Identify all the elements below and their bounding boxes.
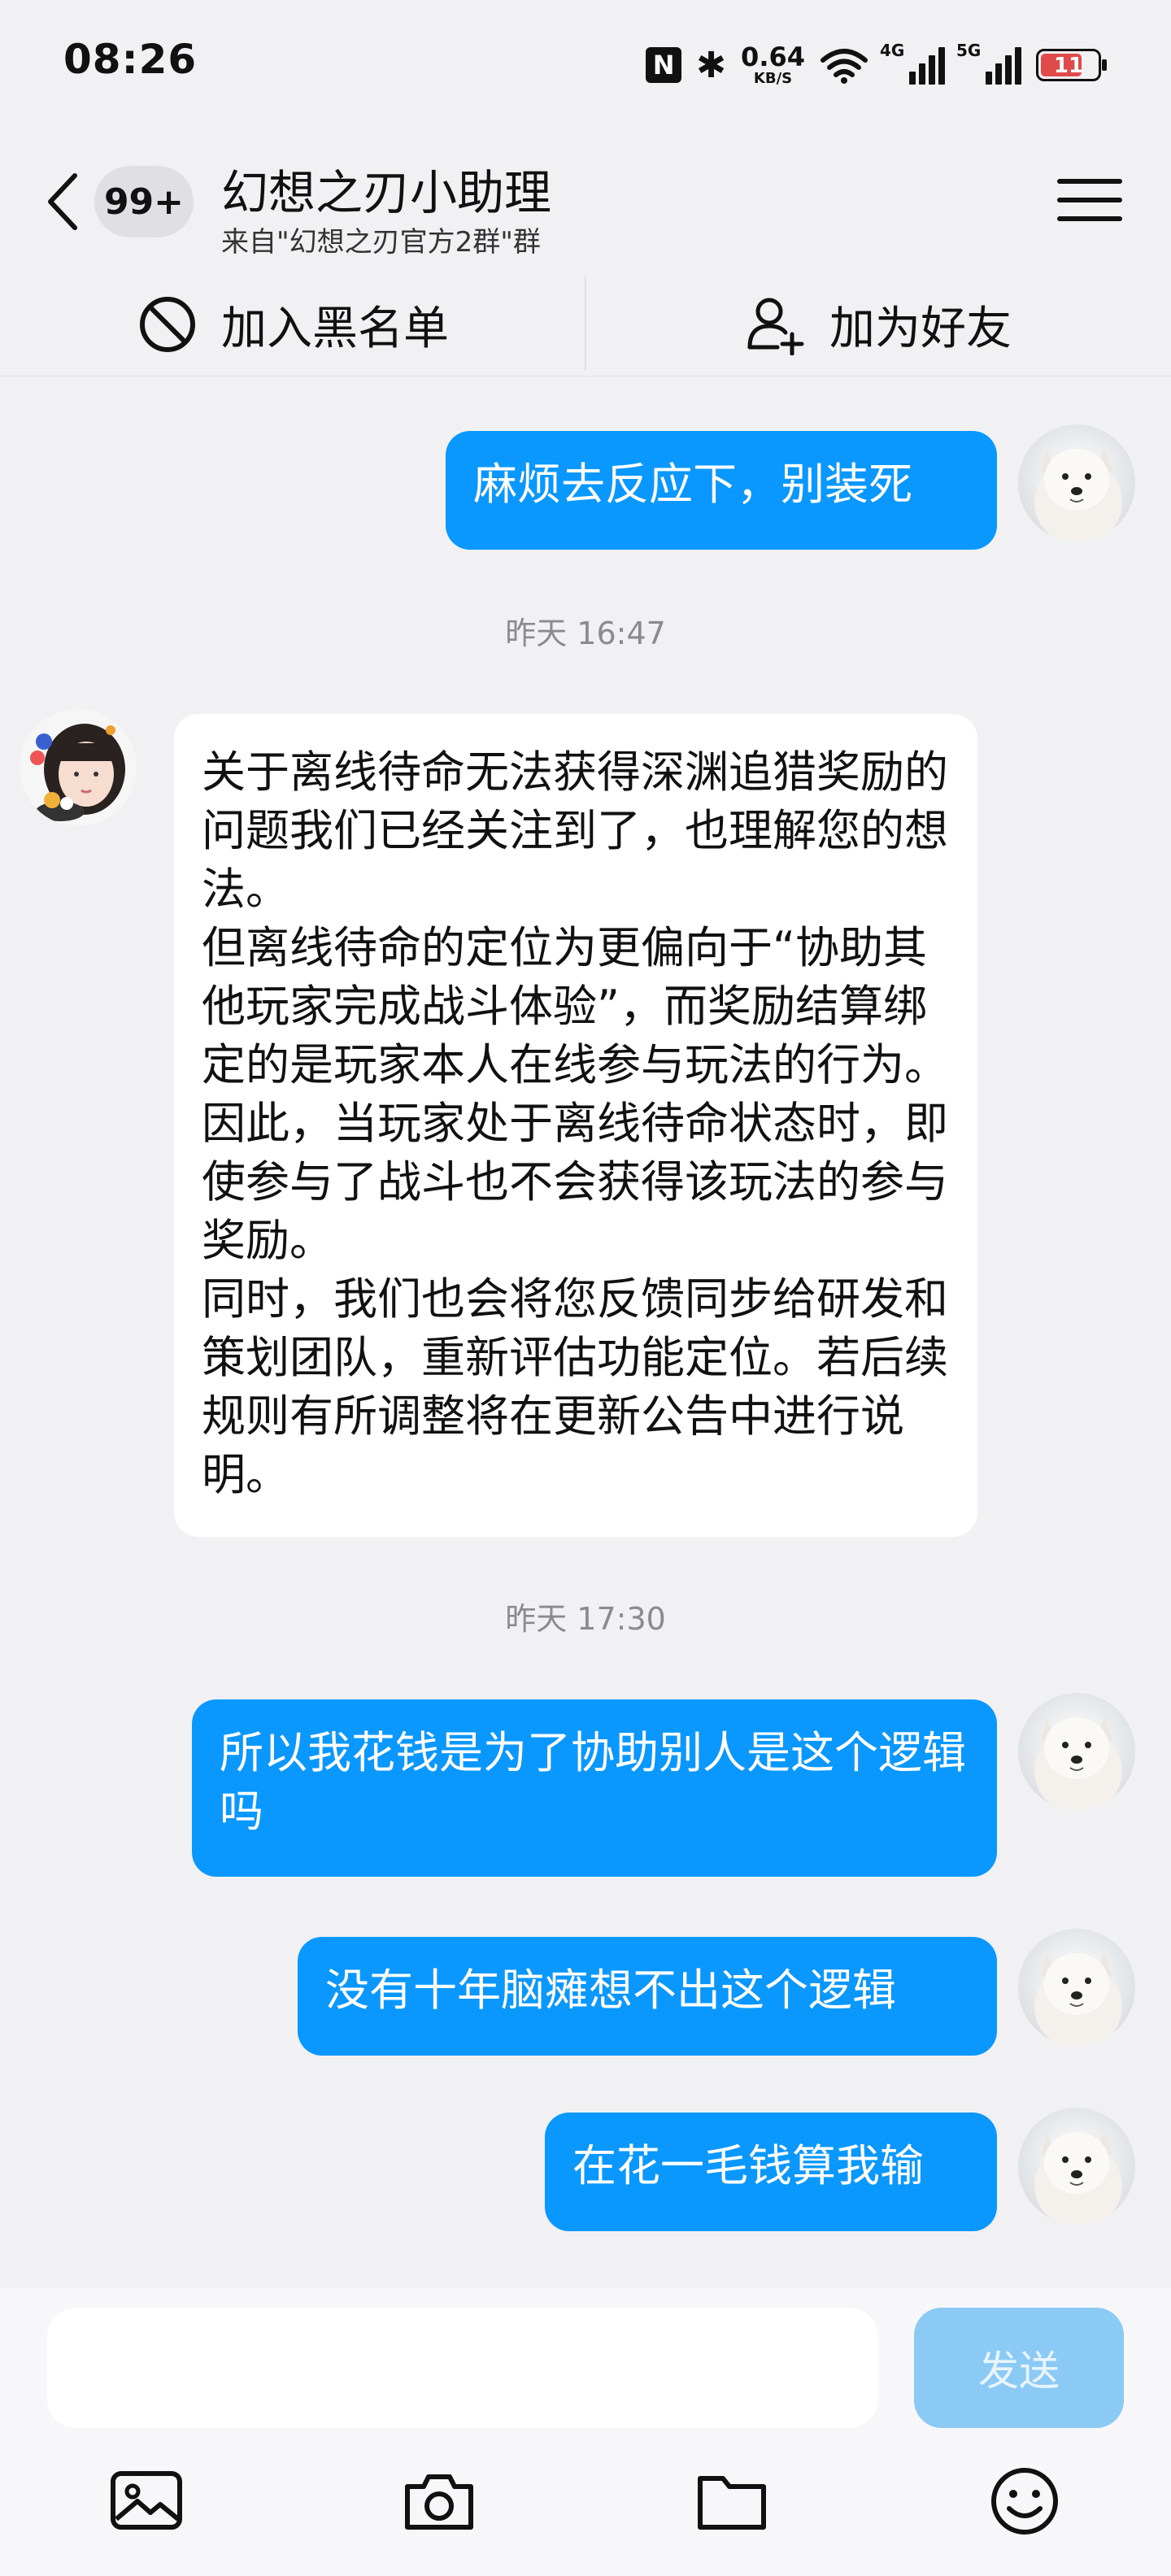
message-text: 在花一毛钱算我输 [572, 2140, 924, 2191]
dog-avatar-icon [1018, 1929, 1135, 2046]
image-button[interactable] [106, 2461, 187, 2542]
emoji-button[interactable] [984, 2461, 1065, 2542]
status-icons: N ✱ 0.64 KB/S 4G 5G 11 [646, 36, 1107, 94]
dog-avatar-icon [1018, 1693, 1135, 1810]
message-bubble-outgoing[interactable]: 所以我花钱是为了协助别人是这个逻辑吗 [192, 1699, 997, 1877]
message-bubble-outgoing[interactable]: 在花一毛钱算我输 [545, 2113, 997, 2231]
assistant-avatar-icon [20, 709, 137, 826]
image-icon [111, 2471, 182, 2530]
camera-button[interactable] [398, 2461, 480, 2542]
avatar-self[interactable] [1018, 2108, 1135, 2225]
menu-button[interactable] [1057, 179, 1122, 228]
emoji-icon [991, 2468, 1058, 2535]
message-bubble-outgoing[interactable]: 麻烦去反应下，别装死 [446, 431, 997, 550]
message-text: 麻烦去反应下，别装死 [473, 459, 912, 510]
message-input[interactable] [47, 2308, 878, 2428]
dog-avatar-icon [1018, 424, 1135, 542]
battery-level: 11 [1053, 54, 1084, 78]
avatar-self[interactable] [1018, 1693, 1135, 1810]
message-text: 关于离线待命无法获得深渊追猎奖励的问题我们已经关注到了，也理解您的想法。 但离线… [202, 746, 948, 1500]
block-button[interactable]: 加入黑名单 [0, 273, 586, 376]
net-speed-value: 0.64 [741, 41, 805, 72]
status-time: 08:26 [63, 36, 198, 83]
avatar-self[interactable] [1018, 1929, 1135, 2046]
cell-signal-2-label: 5G [956, 41, 982, 60]
timestamp: 昨天 17:30 [505, 1601, 666, 1637]
bluetooth-icon: ✱ [696, 44, 727, 86]
timestamp: 昨天 16:47 [505, 616, 666, 651]
message-text: 没有十年脑瘫想不出这个逻辑 [325, 1965, 896, 2016]
nfc-icon: N [646, 47, 682, 83]
net-speed-unit: KB/S [753, 70, 793, 87]
cell-signal-2-icon: 5G [956, 41, 1021, 85]
avatar-self[interactable] [1018, 424, 1135, 542]
message-bubble-outgoing[interactable]: 没有十年脑瘫想不出这个逻辑 [298, 1937, 997, 2056]
cell-signal-1-label: 4G [880, 41, 905, 60]
cell-signal-1-icon: 4G [880, 41, 945, 85]
folder-icon [698, 2476, 766, 2530]
dog-avatar-icon [1018, 2108, 1135, 2225]
back-button[interactable] [37, 163, 86, 241]
wifi-icon [821, 49, 868, 84]
action-divider [585, 276, 586, 371]
status-bar: 08:26 N ✱ 0.64 KB/S 4G 5G 11 [0, 0, 1171, 130]
battery-icon: 11 [1036, 49, 1107, 81]
camera-icon [405, 2474, 473, 2530]
chat-subtitle: 来自"幻想之刃官方2群"群 [221, 226, 541, 259]
add-person-icon [747, 298, 804, 355]
folder-button[interactable] [691, 2461, 773, 2542]
add-friend-button[interactable]: 加为好友 [586, 273, 1171, 376]
block-icon [140, 297, 195, 352]
message-text: 所以我花钱是为了协助别人是这个逻辑吗 [220, 1727, 966, 1837]
unread-badge[interactable]: 99+ [94, 166, 194, 237]
chat-title: 幻想之刃小助理 [221, 165, 552, 220]
chevron-left-icon [48, 173, 77, 230]
avatar-assistant[interactable] [20, 709, 137, 826]
block-label: 加入黑名单 [221, 302, 449, 355]
message-bubble-incoming[interactable]: 关于离线待命无法获得深渊追猎奖励的问题我们已经关注到了，也理解您的想法。 但离线… [174, 714, 977, 1537]
add-friend-label: 加为好友 [829, 302, 1012, 355]
send-button[interactable]: 发送 [914, 2308, 1124, 2428]
net-speed: 0.64 KB/S [741, 44, 805, 86]
